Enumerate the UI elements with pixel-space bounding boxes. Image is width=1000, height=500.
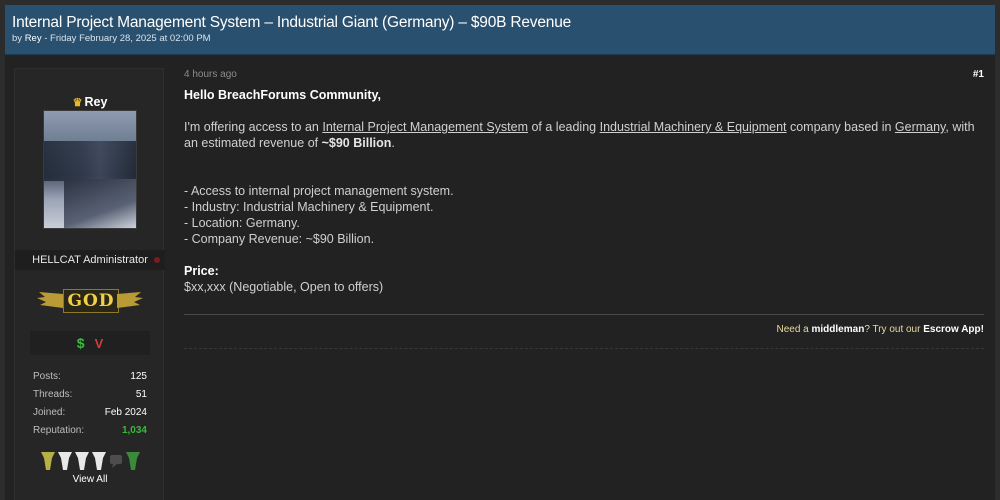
usertitle-row: HELLCAT Administrator bbox=[15, 250, 165, 270]
right-wing-icon bbox=[117, 292, 143, 308]
god-text: GOD bbox=[63, 289, 119, 313]
v-award-icon[interactable]: V bbox=[95, 336, 104, 351]
signature-line: Need a middleman? Try out our Escrow App… bbox=[184, 324, 984, 335]
byline-date: - Friday February 28, 2025 at 02:00 PM bbox=[41, 33, 211, 44]
price-label: Price: bbox=[184, 264, 219, 278]
rep-gold-icon bbox=[40, 452, 55, 470]
revenue-bold: ~$90 Billion bbox=[321, 136, 392, 150]
stat-row-reputation: Reputation: 1,034 bbox=[33, 424, 147, 442]
stat-value-posts[interactable]: 125 bbox=[130, 370, 147, 388]
rep-white-icon bbox=[57, 452, 72, 470]
thread-title: Internal Project Management System – Ind… bbox=[12, 14, 572, 31]
bullet-item: - Access to internal project management … bbox=[184, 184, 454, 198]
post-footer-divider bbox=[184, 348, 984, 349]
underlined-industry: Industrial Machinery & Equipment bbox=[599, 120, 787, 134]
signature-text: ? Try out our bbox=[864, 324, 924, 335]
escrow-app-link[interactable]: Escrow App bbox=[923, 324, 980, 335]
crown-icon: ♛ bbox=[72, 97, 83, 109]
rep-white-icon bbox=[74, 452, 89, 470]
reputation-icons bbox=[37, 450, 143, 472]
stat-label: Joined: bbox=[33, 407, 66, 418]
thread-byline: by Rey - Friday February 28, 2025 at 02:… bbox=[12, 33, 988, 44]
intro-text: I'm offering access to an bbox=[184, 120, 323, 134]
signature-text: ! bbox=[980, 324, 984, 335]
bullet-item: - Company Revenue: ~$90 Billion. bbox=[184, 232, 375, 246]
rank-badge: GOD bbox=[37, 280, 143, 322]
avatar[interactable] bbox=[43, 110, 137, 229]
stat-label: Threads: bbox=[33, 389, 73, 400]
award-strip: $ V bbox=[30, 331, 150, 355]
username-row: ♛ Rey bbox=[15, 95, 165, 109]
post-area: ♛ Rey HELLCAT Administrator GOD $ V Posts: bbox=[5, 55, 995, 500]
byline-author-link[interactable]: Rey bbox=[25, 33, 42, 44]
bullet-item: - Location: Germany. bbox=[184, 216, 300, 230]
view-all-link[interactable]: View All bbox=[15, 474, 165, 485]
stat-value-joined: Feb 2024 bbox=[104, 407, 147, 418]
underlined-system: Internal Project Management System bbox=[322, 120, 528, 134]
underlined-country: Germany bbox=[894, 120, 946, 134]
stat-label: Reputation: bbox=[33, 425, 85, 436]
post-time: 4 hours ago bbox=[184, 69, 237, 80]
avatar-trees bbox=[44, 141, 136, 181]
stat-label: Posts: bbox=[33, 371, 61, 382]
post-number-link[interactable]: #1 bbox=[973, 69, 984, 80]
bullet-item: - Industry: Industrial Machinery & Equip… bbox=[184, 200, 434, 214]
left-wing-icon bbox=[37, 292, 63, 308]
signature-divider bbox=[184, 314, 984, 315]
post-intro: I'm offering access to an Internal Proje… bbox=[184, 119, 984, 151]
stat-row-posts: Posts: 125 bbox=[33, 370, 147, 388]
stat-value-threads[interactable]: 51 bbox=[136, 388, 147, 406]
intro-text: of a leading bbox=[528, 120, 600, 134]
avatar-road bbox=[64, 179, 136, 228]
signature-text: Need a bbox=[776, 324, 812, 335]
stat-row-joined: Joined: Feb 2024 bbox=[33, 406, 147, 424]
dollar-award-icon[interactable]: $ bbox=[77, 335, 85, 351]
rep-chat-icon bbox=[109, 455, 122, 468]
rep-green-icon bbox=[125, 452, 140, 470]
thread-header: Internal Project Management System – Ind… bbox=[5, 5, 995, 55]
rep-white-icon bbox=[91, 452, 106, 470]
stat-row-threads: Threads: 51 bbox=[33, 388, 147, 406]
user-stats: Posts: 125 Threads: 51 Joined: Feb 2024 … bbox=[33, 370, 147, 442]
price-value: $xx,xxx (Negotiable, Open to offers) bbox=[184, 280, 384, 294]
user-panel: ♛ Rey HELLCAT Administrator GOD $ V Posts: bbox=[14, 68, 165, 500]
post-content: Hello BreachForums Community, I'm offeri… bbox=[184, 87, 984, 295]
usertitle: HELLCAT Administrator bbox=[32, 254, 148, 266]
middleman-link[interactable]: middleman bbox=[812, 324, 865, 335]
intro-text: . bbox=[391, 136, 395, 150]
byline-prefix: by bbox=[12, 33, 25, 44]
offline-status-dot bbox=[154, 257, 160, 263]
stat-value-reputation[interactable]: 1,034 bbox=[122, 424, 147, 442]
intro-text: company based in bbox=[786, 120, 895, 134]
username-link[interactable]: Rey bbox=[84, 95, 107, 109]
post-greeting: Hello BreachForums Community, bbox=[184, 88, 382, 102]
